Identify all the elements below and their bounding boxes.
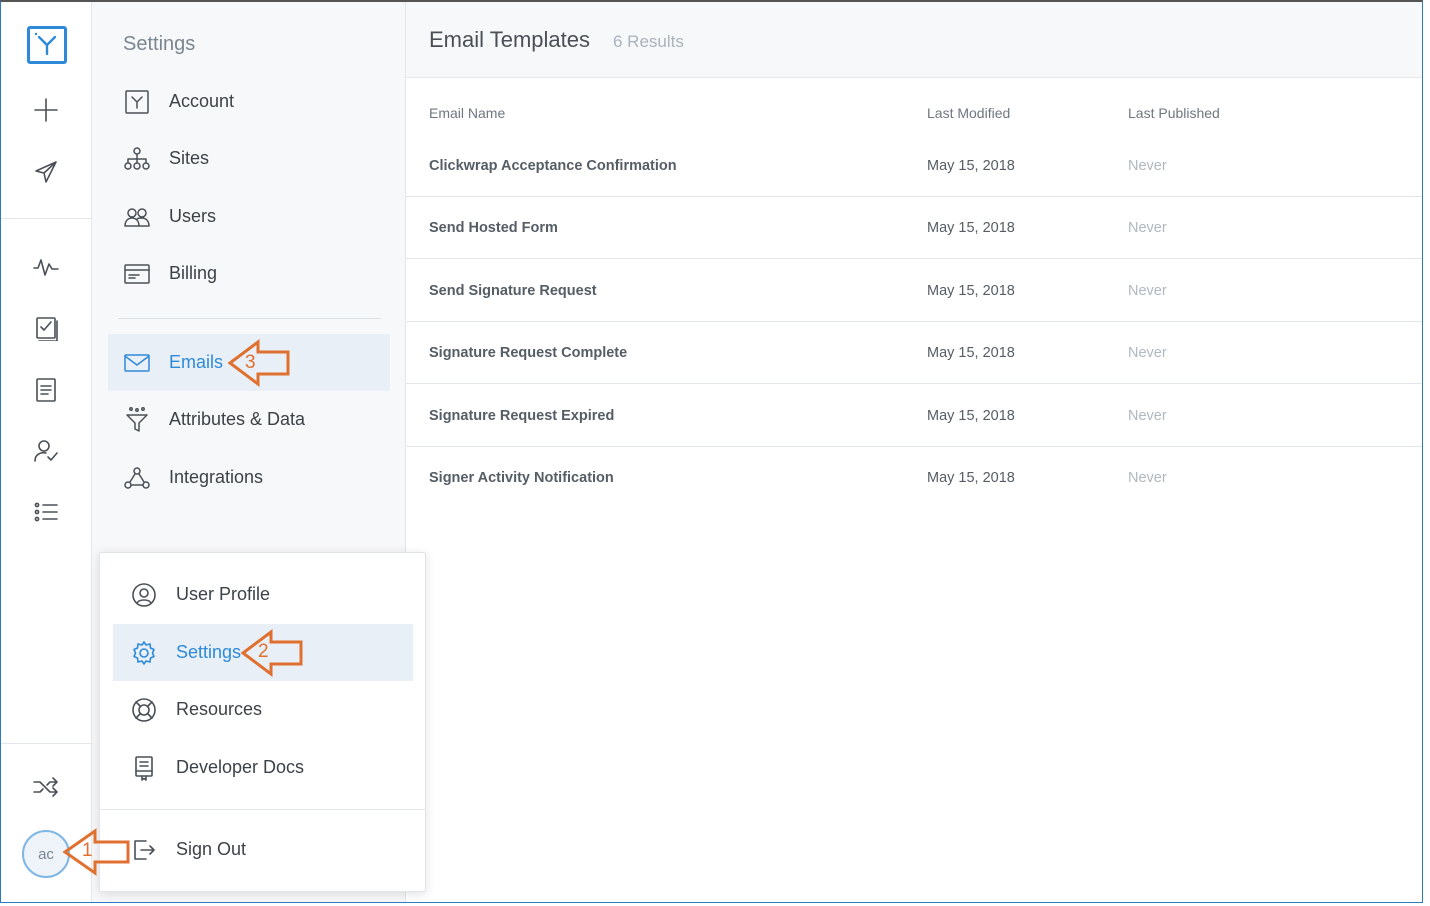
email-name: Send Signature Request — [429, 283, 597, 299]
user-circle-icon — [129, 580, 159, 610]
last-modified: May 15, 2018 — [927, 158, 1015, 174]
table-row[interactable]: Signer Activity Notification May 15, 201… — [406, 447, 1422, 509]
last-modified: May 15, 2018 — [927, 345, 1015, 361]
table-row[interactable]: Clickwrap Acceptance Confirmation May 15… — [406, 135, 1422, 197]
logo-icon[interactable] — [27, 26, 67, 64]
menu-item-label: User Profile — [176, 584, 271, 604]
menu-item-sign-out[interactable]: Sign Out — [113, 821, 413, 878]
last-published: Never — [1128, 408, 1167, 424]
last-published: Never — [1128, 345, 1167, 361]
annotation-number-1: 1 — [82, 840, 93, 861]
docs-icon — [129, 753, 159, 783]
sitemap-icon — [122, 144, 152, 174]
email-name: Signature Request Complete — [429, 345, 628, 361]
table-row[interactable]: Signature Request Complete May 15, 2018 … — [406, 322, 1422, 384]
sidebar-item-sites[interactable]: Sites — [108, 130, 390, 187]
email-name: Clickwrap Acceptance Confirmation — [429, 158, 677, 174]
activity-icon[interactable] — [26, 247, 66, 287]
users-icon — [122, 202, 152, 232]
send-icon[interactable] — [26, 152, 66, 192]
contact-check-icon[interactable] — [26, 431, 66, 471]
sidebar-item-attributes[interactable]: Attributes & Data — [108, 391, 390, 448]
last-modified: May 15, 2018 — [927, 470, 1015, 486]
account-icon — [122, 87, 152, 117]
billing-icon — [122, 259, 152, 289]
email-name: Signature Request Expired — [429, 408, 615, 424]
rail-divider — [1, 743, 92, 744]
menu-item-label: Developer Docs — [176, 757, 305, 777]
settings-title: Settings — [123, 33, 196, 55]
last-published: Never — [1128, 158, 1167, 174]
list-icon[interactable] — [26, 492, 66, 532]
last-modified: May 15, 2018 — [927, 283, 1015, 299]
sidebar-item-label: Users — [169, 206, 217, 226]
menu-divider — [100, 809, 425, 810]
shuffle-icon[interactable] — [26, 767, 66, 807]
last-modified: May 15, 2018 — [927, 220, 1015, 236]
lifebuoy-icon — [129, 695, 159, 725]
sign-out-icon — [129, 835, 159, 865]
menu-item-label: Settings — [176, 642, 242, 662]
add-icon[interactable] — [26, 90, 66, 130]
annotation-arrow-3 — [227, 339, 290, 387]
sidebar-item-label: Integrations — [169, 467, 264, 487]
table-row[interactable]: Send Signature Request May 15, 2018 Neve… — [406, 260, 1422, 322]
nav-divider — [118, 318, 381, 319]
annotation-number-2: 2 — [258, 641, 269, 662]
table-row[interactable]: Send Hosted Form May 15, 2018 Never — [406, 197, 1422, 259]
funnel-icon — [122, 405, 152, 435]
avatar-initials: ac — [38, 845, 54, 863]
menu-item-label: Resources — [176, 699, 263, 719]
webhook-icon — [122, 463, 152, 493]
annotation-arrow-1 — [62, 828, 130, 876]
document-icon[interactable] — [26, 370, 66, 410]
sidebar-item-account[interactable]: Account — [108, 73, 390, 130]
email-name: Send Hosted Form — [429, 220, 558, 236]
sidebar-item-label: Billing — [169, 263, 218, 283]
sidebar-item-billing[interactable]: Billing — [108, 245, 390, 302]
annotation-arrow-2 — [240, 629, 303, 677]
page-header: Email Templates 6 Results — [406, 2, 1422, 78]
last-published: Never — [1128, 283, 1167, 299]
sidebar-item-label: Sites — [169, 148, 210, 168]
rail-divider — [1, 218, 92, 219]
app-window: ac Settings Account Sites Users Billing … — [0, 0, 1423, 903]
column-header-modified[interactable]: Last Modified — [927, 105, 1010, 121]
user-menu: User Profile Settings Resources Develope… — [99, 552, 426, 892]
menu-item-developer-docs[interactable]: Developer Docs — [113, 739, 413, 796]
column-header-name[interactable]: Email Name — [429, 105, 505, 121]
page-title: Email Templates — [429, 27, 590, 52]
main-content: Email Templates 6 Results Email Name Las… — [406, 2, 1422, 902]
annotation-number-3: 3 — [245, 352, 256, 373]
table-row[interactable]: Signature Request Expired May 15, 2018 N… — [406, 385, 1422, 447]
envelope-icon — [122, 348, 152, 378]
menu-item-resources[interactable]: Resources — [113, 681, 413, 738]
sidebar-item-users[interactable]: Users — [108, 188, 390, 245]
menu-item-user-profile[interactable]: User Profile — [113, 566, 413, 623]
last-modified: May 15, 2018 — [927, 408, 1015, 424]
sidebar-item-label: Attributes & Data — [169, 409, 306, 429]
sidebar-item-label: Account — [169, 91, 235, 111]
gear-icon — [129, 638, 159, 668]
email-name: Signer Activity Notification — [429, 470, 614, 486]
sign-out-label: Sign Out — [176, 839, 247, 859]
column-header-published[interactable]: Last Published — [1128, 105, 1220, 121]
results-count: 6 Results — [613, 32, 684, 51]
sidebar-item-integrations[interactable]: Integrations — [108, 449, 390, 506]
last-published: Never — [1128, 470, 1167, 486]
checklist-icon[interactable] — [26, 308, 66, 348]
last-published: Never — [1128, 220, 1167, 236]
sidebar-item-label: Emails — [169, 352, 224, 372]
icon-rail: ac — [1, 2, 92, 902]
